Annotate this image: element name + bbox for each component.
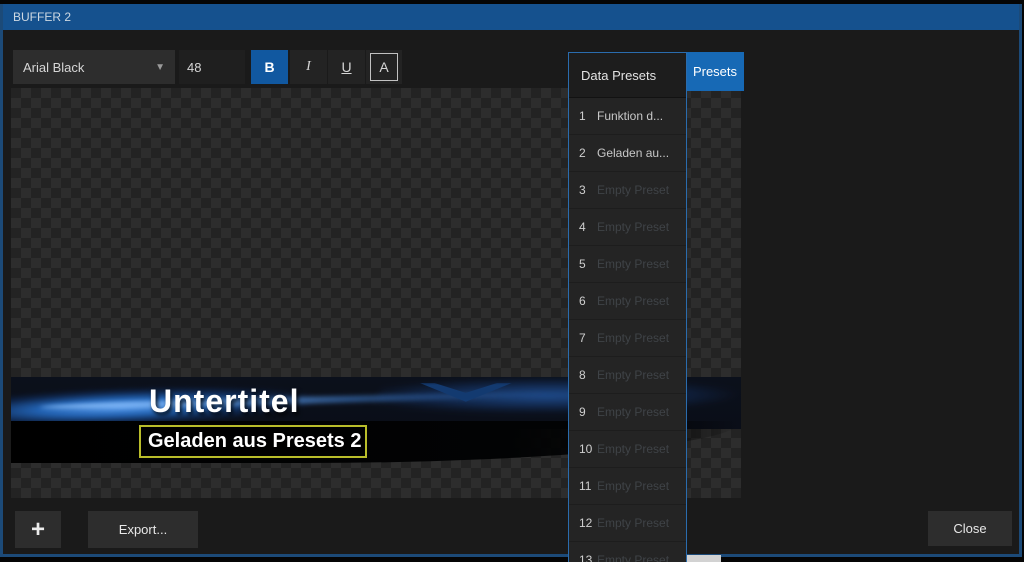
preset-row[interactable]: 4Empty Preset bbox=[569, 209, 686, 245]
export-button[interactable]: Export... bbox=[88, 511, 198, 548]
data-presets-dropdown[interactable]: Data Presets 1Funktion d...2Geladen au..… bbox=[568, 52, 687, 562]
preset-label: Geladen au... bbox=[597, 146, 669, 160]
preset-row[interactable]: 1Funktion d... bbox=[569, 98, 686, 134]
preset-row[interactable]: 7Empty Preset bbox=[569, 320, 686, 356]
font-color-button[interactable]: A bbox=[366, 50, 402, 84]
preset-label: Funktion d... bbox=[597, 109, 663, 123]
preset-row[interactable]: 11Empty Preset bbox=[569, 468, 686, 504]
selected-text-field[interactable]: Geladen aus Presets 2 bbox=[139, 425, 367, 458]
preset-row[interactable]: 2Geladen au... bbox=[569, 135, 686, 171]
preset-row[interactable]: 10Empty Preset bbox=[569, 431, 686, 467]
preset-row[interactable]: 3Empty Preset bbox=[569, 172, 686, 208]
italic-button[interactable]: I bbox=[290, 50, 327, 84]
window-title: BUFFER 2 bbox=[13, 10, 71, 24]
close-button[interactable]: Close bbox=[928, 511, 1012, 546]
canvas-subtitle-text: Geladen aus Presets 2 bbox=[148, 430, 361, 453]
canvas-title-text[interactable]: Untertitel bbox=[149, 383, 299, 420]
preset-label: Empty Preset bbox=[597, 516, 669, 530]
preset-list: 1Funktion d...2Geladen au...3Empty Prese… bbox=[569, 98, 686, 562]
preset-label: Empty Preset bbox=[597, 257, 669, 271]
title-editor-window: BUFFER 2 Arial Black ▼ 48 B I U A Untert… bbox=[0, 4, 1022, 557]
preset-label: Empty Preset bbox=[597, 220, 669, 234]
preset-row[interactable]: 13Empty Preset bbox=[569, 542, 686, 562]
preset-number: 3 bbox=[579, 183, 597, 197]
preset-number: 8 bbox=[579, 368, 597, 382]
preset-number: 5 bbox=[579, 257, 597, 271]
preset-label: Empty Preset bbox=[597, 294, 669, 308]
add-button[interactable]: + bbox=[15, 511, 61, 548]
preset-number: 9 bbox=[579, 405, 597, 419]
bold-button[interactable]: B bbox=[251, 50, 288, 84]
preset-number: 7 bbox=[579, 331, 597, 345]
preset-number: 10 bbox=[579, 442, 597, 456]
preset-row[interactable]: 9Empty Preset bbox=[569, 394, 686, 430]
chevron-down-icon: ▼ bbox=[155, 62, 165, 73]
preset-label: Empty Preset bbox=[597, 479, 669, 493]
preset-number: 11 bbox=[579, 479, 597, 493]
scrollbar-thumb[interactable] bbox=[687, 555, 721, 562]
font-size-value: 48 bbox=[187, 60, 201, 75]
preset-row[interactable]: 8Empty Preset bbox=[569, 357, 686, 393]
tab-presets[interactable]: Presets bbox=[686, 52, 744, 91]
font-family-dropdown[interactable]: Arial Black ▼ bbox=[13, 50, 175, 84]
data-presets-dropdown-button[interactable]: Data Presets bbox=[569, 53, 686, 98]
preset-label: Empty Preset bbox=[597, 368, 669, 382]
preset-number: 12 bbox=[579, 516, 597, 530]
preset-row[interactable]: 5Empty Preset bbox=[569, 246, 686, 282]
preset-number: 1 bbox=[579, 109, 597, 123]
data-presets-label: Data Presets bbox=[581, 68, 656, 83]
preset-label: Empty Preset bbox=[597, 331, 669, 345]
window-titlebar[interactable]: BUFFER 2 bbox=[3, 4, 1019, 30]
preset-label: Empty Preset bbox=[597, 183, 669, 197]
preset-label: Empty Preset bbox=[597, 442, 669, 456]
font-size-input[interactable]: 48 bbox=[179, 50, 245, 84]
font-family-value: Arial Black bbox=[23, 60, 84, 75]
preset-number: 2 bbox=[579, 146, 597, 160]
preset-row[interactable]: 12Empty Preset bbox=[569, 505, 686, 541]
preset-row[interactable]: 6Empty Preset bbox=[569, 283, 686, 319]
preset-number: 6 bbox=[579, 294, 597, 308]
preset-number: 4 bbox=[579, 220, 597, 234]
preset-label: Empty Preset bbox=[597, 405, 669, 419]
font-color-a-icon: A bbox=[370, 53, 398, 81]
underline-button[interactable]: U bbox=[328, 50, 365, 84]
